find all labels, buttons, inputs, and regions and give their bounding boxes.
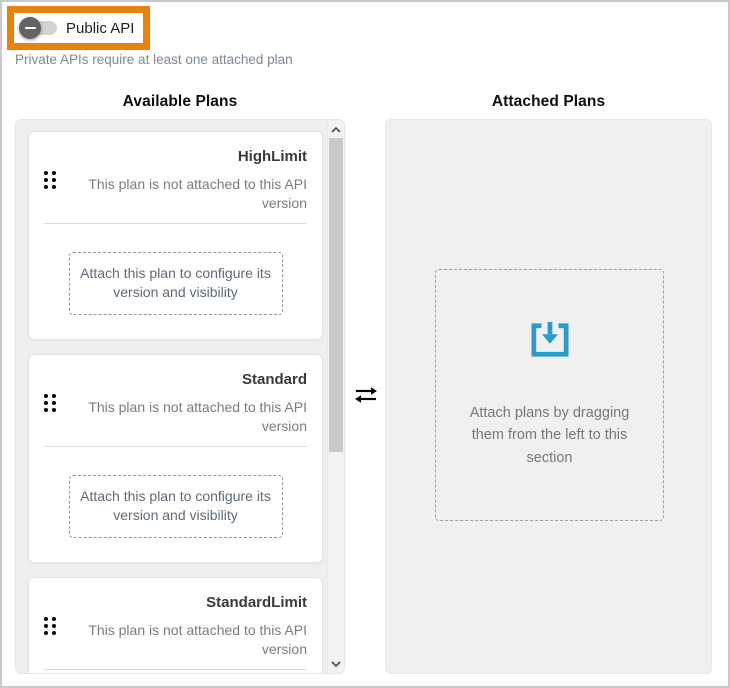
available-plans-header: Available Plans [15, 93, 345, 111]
plan-status: This plan is not attached to this API ve… [82, 175, 307, 213]
public-api-toggle[interactable] [21, 16, 57, 40]
plan-card-header: HighLimit This plan is not attached to t… [44, 148, 307, 224]
drag-handle-icon[interactable] [44, 394, 70, 412]
plan-name: HighLimit [70, 148, 307, 165]
drag-handle-icon[interactable] [44, 171, 70, 189]
attach-plan-button[interactable]: Attach this plan to configure its versio… [69, 252, 283, 315]
drag-handle-icon[interactable] [44, 617, 70, 635]
plan-status: This plan is not attached to this API ve… [82, 621, 307, 659]
download-tray-icon [527, 321, 573, 364]
dropzone-instructions: Attach plans by dragging them from the l… [464, 402, 636, 469]
plan-card[interactable]: StandardLimit This plan is not attached … [28, 577, 323, 673]
plan-card-header: Standard This plan is not attached to th… [44, 371, 307, 447]
available-plans-panel: HighLimit This plan is not attached to t… [15, 119, 345, 674]
plan-name: Standard [70, 371, 307, 388]
chevron-up-icon[interactable] [328, 121, 344, 138]
annotation-highlight: Public API [7, 6, 150, 50]
chevron-down-icon[interactable] [328, 655, 344, 672]
available-plans-list: HighLimit This plan is not attached to t… [16, 120, 326, 673]
scrollbar[interactable] [327, 120, 344, 673]
plans-attach-screen: Public API Private APIs require at least… [0, 0, 730, 688]
plan-status: This plan is not attached to this API ve… [82, 398, 307, 436]
attached-plans-panel: Attach plans by dragging them from the l… [385, 119, 712, 674]
public-api-toggle-label: Public API [66, 20, 134, 37]
plan-name: StandardLimit [70, 594, 307, 611]
attached-plans-header: Attached Plans [385, 93, 712, 111]
attach-plan-button[interactable]: Attach this plan to configure its versio… [69, 475, 283, 538]
swap-horizontal-icon [353, 385, 379, 405]
scrollbar-thumb[interactable] [329, 138, 343, 452]
private-api-hint: Private APIs require at least one attach… [15, 52, 293, 67]
plan-card[interactable]: HighLimit This plan is not attached to t… [28, 131, 323, 340]
plan-card-header: StandardLimit This plan is not attached … [44, 594, 307, 670]
toggle-thumb [19, 17, 41, 39]
plan-card[interactable]: Standard This plan is not attached to th… [28, 354, 323, 563]
plans-dropzone[interactable]: Attach plans by dragging them from the l… [435, 269, 664, 521]
minus-icon [25, 27, 36, 29]
